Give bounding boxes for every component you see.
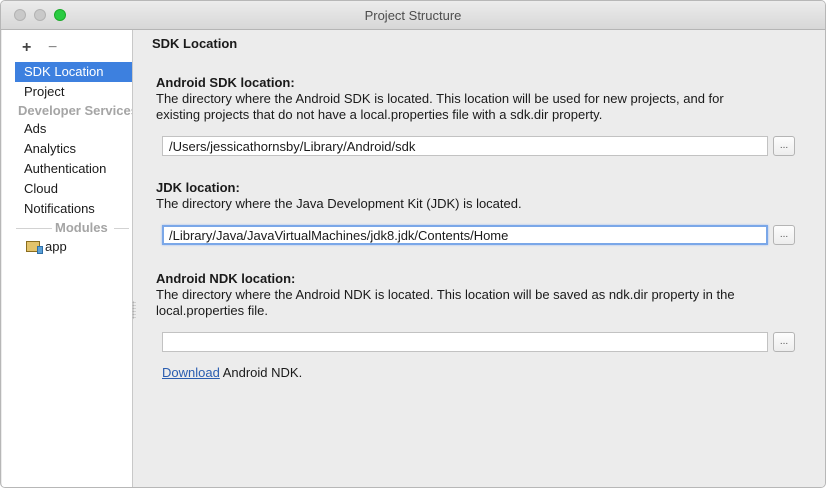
android-ndk-browse-button[interactable]: ...: [773, 332, 795, 352]
sidebar-item-authentication[interactable]: Authentication: [2, 159, 132, 179]
content-panel: SDK Location Android SDK location: The d…: [137, 30, 825, 487]
android-ndk-section: Android NDK location: The directory wher…: [156, 271, 785, 319]
jdk-label: JDK location:: [156, 180, 240, 195]
android-sdk-section: Android SDK location: The directory wher…: [156, 75, 785, 123]
download-ndk-line: Download Android NDK.: [162, 365, 302, 380]
sidebar-item-analytics[interactable]: Analytics: [2, 139, 132, 159]
title-bar: Project Structure: [1, 1, 825, 30]
android-sdk-description-line-2: existing projects that do not have a loc…: [156, 107, 603, 122]
remove-icon[interactable]: −: [48, 40, 57, 56]
jdk-section: JDK location: The directory where the Ja…: [156, 180, 785, 212]
android-ndk-label: Android NDK location:: [156, 271, 296, 286]
sidebar-header-developer-services: Developer Services: [18, 103, 132, 118]
sidebar-item-module-app[interactable]: app: [2, 237, 132, 257]
android-sdk-path-field[interactable]: [162, 136, 768, 156]
download-ndk-link[interactable]: Download: [162, 365, 220, 380]
jdk-path-field[interactable]: [162, 225, 768, 245]
android-sdk-label: Android SDK location:: [156, 75, 295, 90]
add-icon[interactable]: +: [22, 40, 31, 56]
jdk-browse-button[interactable]: ...: [773, 225, 795, 245]
splitter-handle[interactable]: [132, 301, 136, 319]
sidebar-item-notifications[interactable]: Notifications: [2, 199, 132, 219]
separator-line: [114, 228, 129, 229]
project-structure-window: Project Structure + − SDK Location Proje…: [0, 0, 826, 488]
android-ndk-path-field[interactable]: [162, 332, 768, 352]
modules-separator: Modules: [2, 219, 132, 237]
window-title: Project Structure: [364, 8, 462, 23]
module-label: app: [45, 239, 67, 254]
sidebar-item-ads[interactable]: Ads: [2, 119, 132, 139]
download-ndk-suffix: Android NDK.: [219, 365, 303, 380]
jdk-description: The directory where the Java Development…: [156, 196, 522, 211]
sidebar-item-cloud[interactable]: Cloud: [2, 179, 132, 199]
android-ndk-description-line-1: The directory where the Android NDK is l…: [156, 287, 735, 302]
sidebar-item-project[interactable]: Project: [2, 82, 132, 102]
sidebar: + − SDK Location Project Developer Servi…: [2, 30, 133, 487]
page-title: SDK Location: [152, 36, 238, 51]
sidebar-item-sdk-location[interactable]: SDK Location: [15, 62, 132, 82]
sidebar-nav: SDK Location Project Developer Services …: [2, 62, 132, 257]
android-sdk-description-line-1: The directory where the Android SDK is l…: [156, 91, 724, 106]
android-sdk-browse-button[interactable]: ...: [773, 136, 795, 156]
module-icon: [26, 241, 43, 254]
separator-line: [16, 228, 52, 229]
android-ndk-description-line-2: local.properties file.: [156, 303, 268, 318]
modules-header: Modules: [55, 220, 108, 235]
